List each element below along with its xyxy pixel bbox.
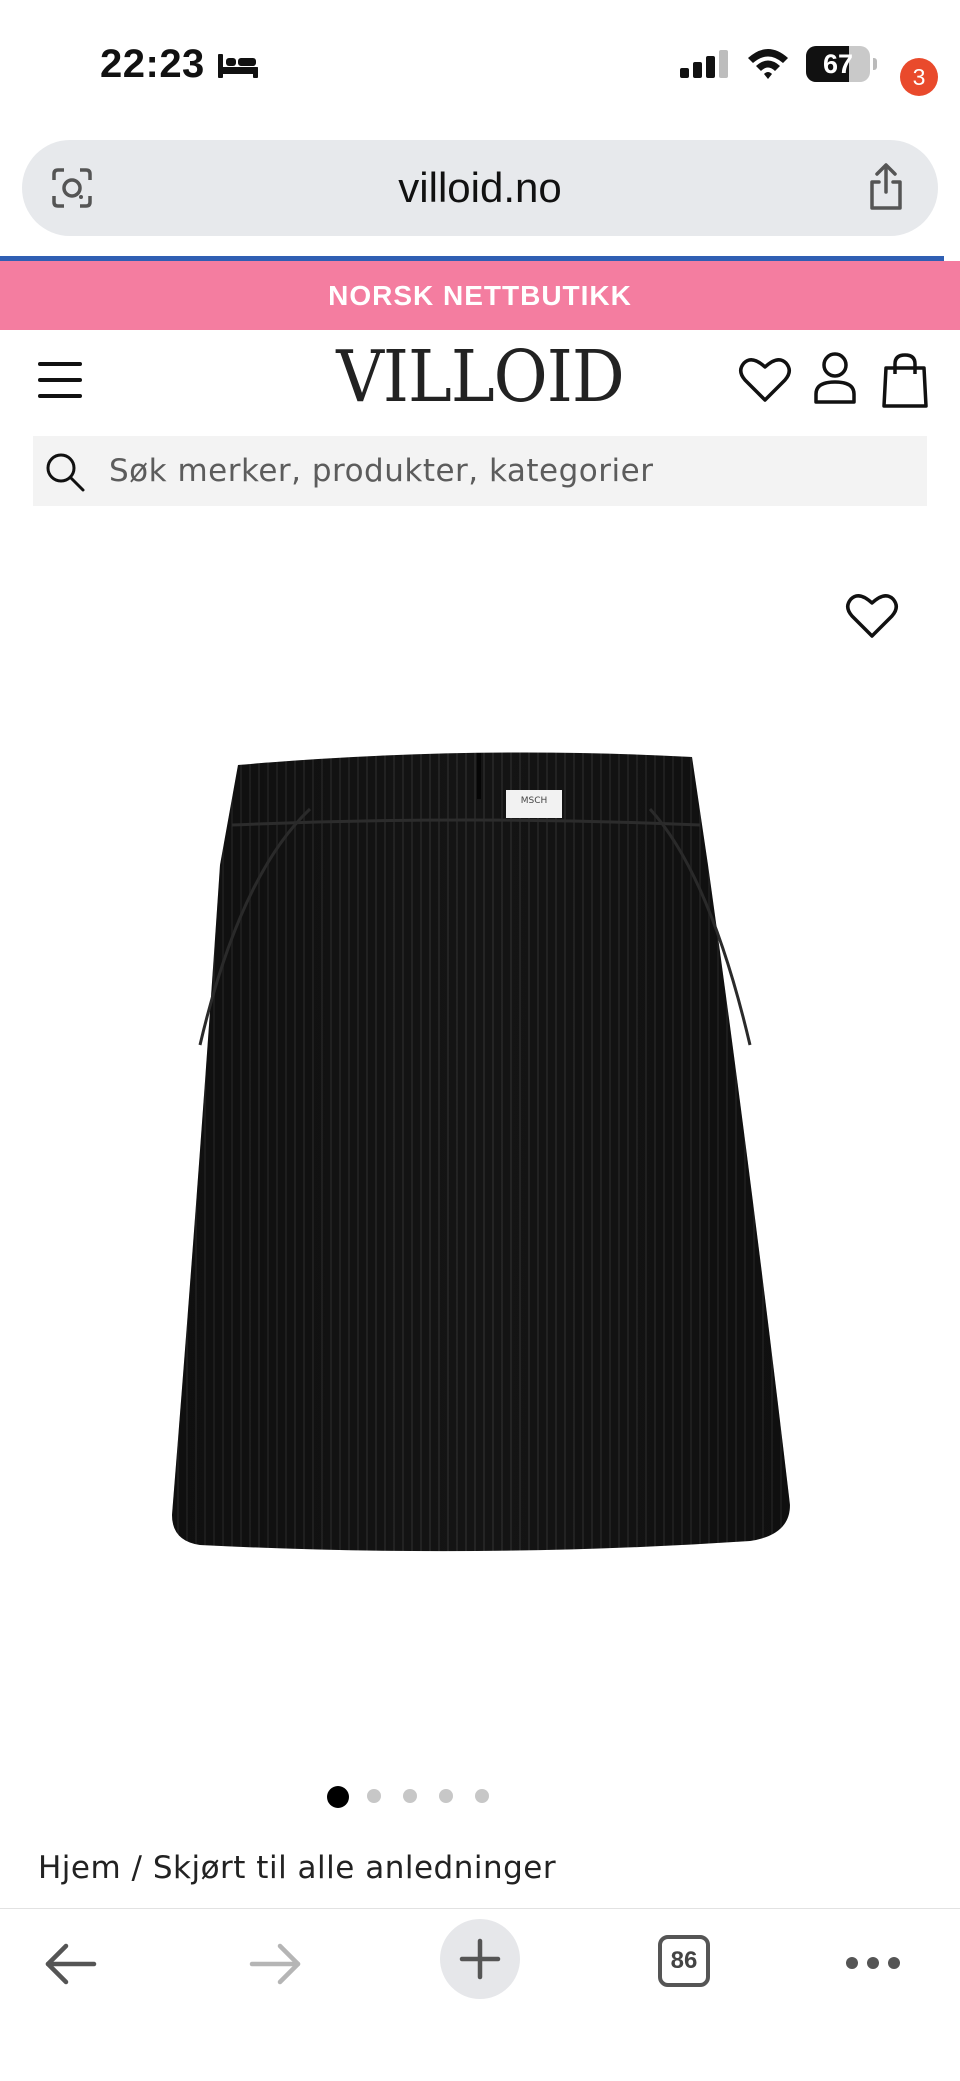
- cellular-signal-icon: [680, 50, 728, 78]
- back-arrow-icon[interactable]: [42, 1939, 98, 1989]
- heart-icon[interactable]: [738, 354, 792, 404]
- search-input[interactable]: [109, 436, 909, 506]
- status-time: 22:23: [100, 42, 205, 86]
- wifi-icon: [748, 49, 788, 79]
- battery-icon: 67: [806, 46, 877, 82]
- breadcrumb[interactable]: Hjem / Skjørt til alle anledninger: [38, 1850, 556, 1886]
- new-tab-button[interactable]: [440, 1919, 520, 1999]
- user-icon[interactable]: [812, 350, 858, 406]
- url-text[interactable]: villoid.no: [22, 140, 938, 236]
- bed-icon: [218, 54, 258, 78]
- carousel-dot[interactable]: [403, 1789, 417, 1803]
- site-header: VILLOID: [0, 330, 960, 430]
- forward-arrow-icon[interactable]: [248, 1939, 304, 1989]
- wishlist-heart-icon[interactable]: [844, 590, 900, 640]
- address-bar[interactable]: villoid.no: [22, 140, 938, 236]
- carousel-dot[interactable]: [367, 1789, 381, 1803]
- carousel-dots: [0, 1786, 960, 1810]
- plus-icon: [459, 1938, 501, 1980]
- product-tag-label: MSCH: [521, 796, 548, 806]
- shopping-bag-icon[interactable]: [880, 352, 930, 408]
- status-bar: 22:23 67: [0, 0, 960, 130]
- share-icon[interactable]: [866, 162, 906, 212]
- product-image[interactable]: MSCH: [150, 745, 810, 1565]
- carousel-dot[interactable]: [327, 1786, 349, 1808]
- promo-banner: NORSK NETTBUTIKK: [0, 261, 960, 330]
- search-icon: [46, 453, 85, 492]
- battery-level: 67: [822, 49, 854, 79]
- carousel-dot[interactable]: [475, 1789, 489, 1803]
- more-icon[interactable]: [846, 1957, 900, 1969]
- tabs-icon[interactable]: 86: [658, 1935, 710, 1987]
- cart-count-badge: 3: [900, 58, 938, 96]
- carousel-dot[interactable]: [439, 1789, 453, 1803]
- search-bar[interactable]: [33, 436, 927, 506]
- browser-toolbar: 86: [0, 1908, 960, 2081]
